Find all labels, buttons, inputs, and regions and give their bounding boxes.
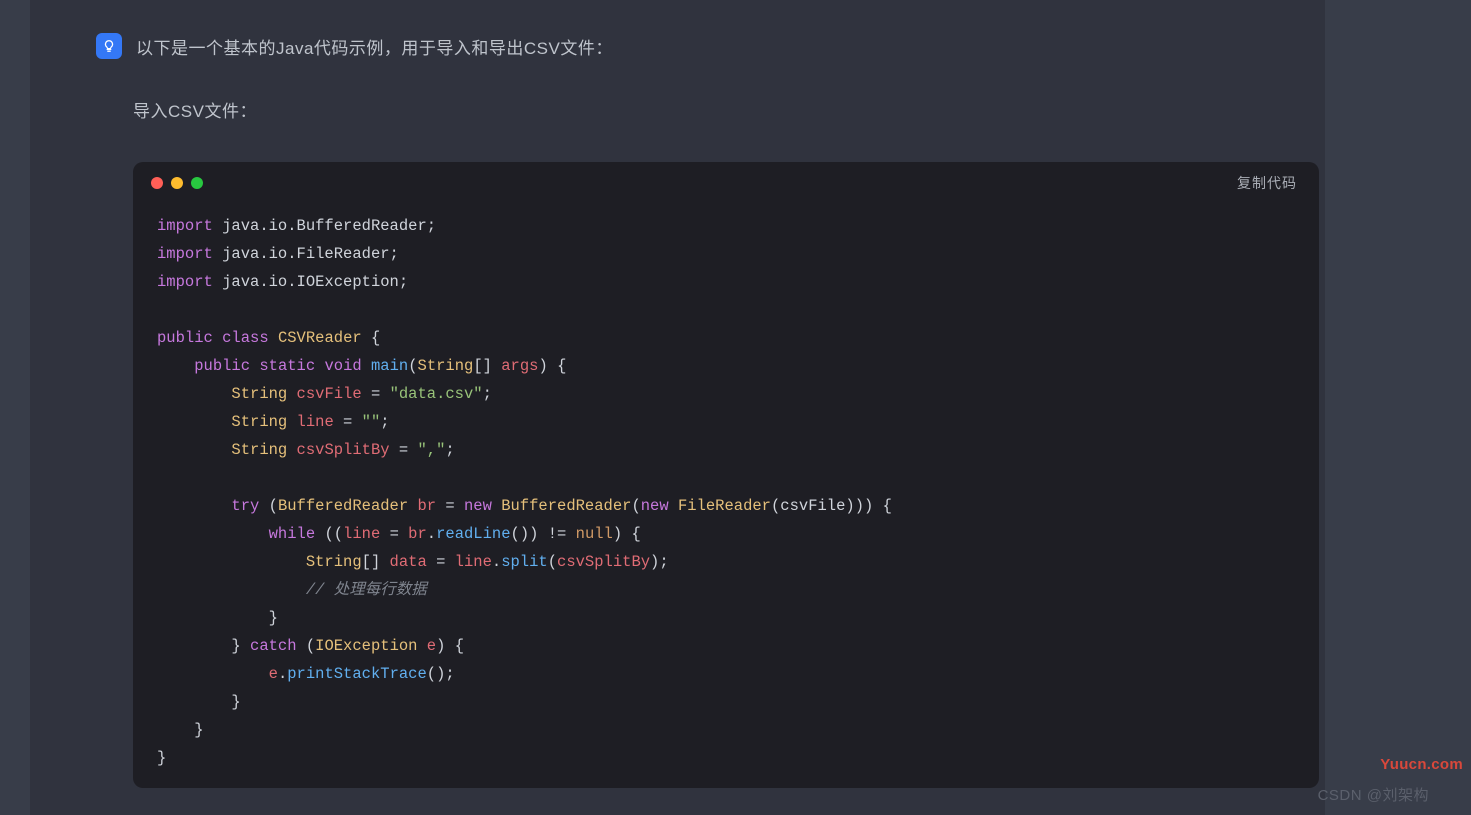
code-block: 复制代码 import java.io.BufferedReader; impo… [133,162,1319,788]
copy-code-button[interactable]: 复制代码 [1237,173,1297,193]
article-body: 以下是一个基本的Java代码示例，用于导入和导出CSV文件： 导入CSV文件： … [30,0,1325,815]
close-icon [151,177,163,189]
section-label: 导入CSV文件： [30,97,1325,122]
window-controls [151,177,203,189]
intro-row: 以下是一个基本的Java代码示例，用于导入和导出CSV文件： [30,33,1325,59]
maximize-icon [191,177,203,189]
csdn-watermark: CSDN @刘架构 [1318,784,1429,805]
site-watermark: Yuucn.com [1380,756,1463,773]
minimize-icon [171,177,183,189]
code-header: 复制代码 [133,162,1319,204]
intro-text: 以下是一个基本的Java代码示例，用于导入和导出CSV文件： [136,34,613,59]
lightbulb-icon [96,33,122,59]
code-content: import java.io.BufferedReader; import ja… [133,204,1319,780]
